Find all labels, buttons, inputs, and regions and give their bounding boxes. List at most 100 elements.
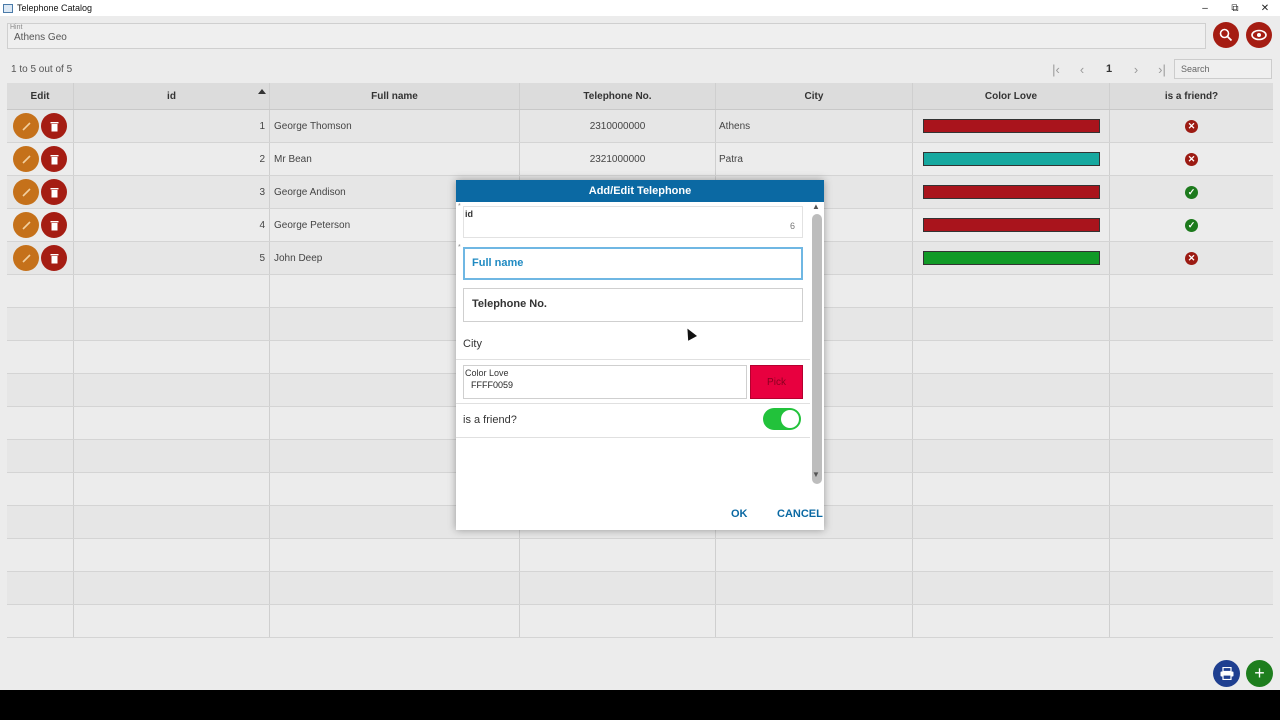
column-header-city[interactable]: City [716,83,913,109]
edit-button[interactable] [13,146,39,172]
delete-button[interactable] [41,245,67,271]
restore-icon[interactable]: ⧉ [1220,0,1250,16]
search-button[interactable] [1213,22,1239,48]
next-page-icon[interactable]: › [1123,60,1149,78]
delete-button[interactable] [41,212,67,238]
is-friend-toggle[interactable] [763,408,801,430]
dialog-scrollbar[interactable]: ▲ ▼ [810,202,824,484]
empty-row [7,605,1273,638]
title-bar: Telephone Catalog – ⧉ ✕ [0,0,1280,16]
empty-cell [520,572,716,604]
id-field[interactable]: id 6 [463,206,803,238]
cell-color-love [913,176,1110,208]
delete-button[interactable] [41,146,67,172]
dialog-footer: OK CANCEL [456,502,824,526]
empty-cell [913,374,1110,406]
pencil-icon [21,187,31,197]
empty-cell [74,440,270,472]
hint-input[interactable]: Hint Athens Geo [7,23,1206,49]
empty-cell [716,539,913,571]
empty-cell [74,374,270,406]
color-love-input[interactable]: Color Love FFFF0059 [463,365,747,399]
prev-page-icon[interactable]: ‹ [1069,60,1095,78]
empty-cell [913,572,1110,604]
empty-cell [74,473,270,505]
empty-cell [913,341,1110,373]
full-name-input[interactable]: Full name [463,247,803,280]
trash-icon [50,121,58,131]
cancel-button[interactable]: CANCEL [777,508,823,520]
sort-ascending-icon [258,89,266,94]
search-icon [1219,28,1233,42]
city-field[interactable]: City [463,338,482,350]
cross-icon: ✕ [1185,152,1198,166]
empty-cell [1110,407,1273,439]
cross-icon: ✕ [1185,119,1198,133]
cell-is-friend: ✕ [1110,242,1273,274]
edit-button[interactable] [13,179,39,205]
empty-cell [1110,605,1273,637]
delete-button[interactable] [41,179,67,205]
print-button[interactable] [1213,660,1240,687]
edit-button[interactable] [13,113,39,139]
close-icon[interactable]: ✕ [1250,0,1280,16]
pencil-icon [21,121,31,131]
color-swatch [922,251,1100,265]
divider [456,437,810,438]
empty-cell [1110,473,1273,505]
column-header-is-friend[interactable]: is a friend? [1110,83,1273,109]
view-button[interactable] [1246,22,1272,48]
row-actions [7,143,74,175]
empty-cell [74,539,270,571]
cell-id: 1 [74,110,270,142]
table-row[interactable]: 1 George Thomson 2310000000 Athens ✕ [7,110,1273,143]
scroll-up-icon[interactable]: ▲ [812,202,820,211]
empty-cell [716,572,913,604]
edit-button[interactable] [13,212,39,238]
empty-cell [1110,506,1273,538]
empty-cell [1110,308,1273,340]
edit-button[interactable] [13,245,39,271]
cell-city: Patra [716,143,913,175]
pick-color-button[interactable]: Pick [750,365,803,399]
add-button[interactable]: + [1246,660,1273,687]
cell-id: 2 [74,143,270,175]
check-icon: ✓ [1185,185,1198,199]
column-header-edit[interactable]: Edit [7,83,74,109]
grid-search-input[interactable]: Search [1174,59,1272,79]
empty-cell [74,275,270,307]
trash-icon [50,253,58,263]
empty-cell [74,506,270,538]
column-header-full-name[interactable]: Full name [270,83,520,109]
empty-cell [7,605,74,637]
row-actions [7,242,74,274]
minimize-icon[interactable]: – [1190,0,1220,16]
divider [456,359,810,360]
full-name-placeholder: Full name [472,257,524,269]
first-page-icon[interactable]: |‹ [1043,60,1069,78]
plus-icon: + [1254,663,1265,683]
current-page: 1 [1105,63,1113,75]
column-header-telephone[interactable]: Telephone No. [520,83,716,109]
column-header-color-love[interactable]: Color Love [913,83,1110,109]
empty-cell [270,572,520,604]
scroll-thumb[interactable] [812,214,822,484]
scroll-down-icon[interactable]: ▼ [812,470,820,479]
empty-cell [1110,275,1273,307]
empty-cell [270,539,520,571]
telephone-placeholder: Telephone No. [472,298,547,310]
column-header-id-label: id [167,90,176,102]
required-marker: * [458,203,461,210]
ok-button[interactable]: OK [731,508,748,520]
id-label: id [465,209,473,219]
delete-button[interactable] [41,113,67,139]
telephone-input[interactable]: Telephone No. [463,288,803,322]
table-row[interactable]: 2 Mr Bean 2321000000 Patra ✕ [7,143,1273,176]
cell-is-friend: ✓ [1110,209,1273,241]
empty-cell [74,341,270,373]
cell-id: 4 [74,209,270,241]
column-header-id[interactable]: id [74,83,270,109]
cell-telephone: 2321000000 [520,143,716,175]
last-page-icon[interactable]: ›| [1149,60,1175,78]
dialog-body: * id 6 * Full name Telephone No. City Co… [456,202,824,484]
